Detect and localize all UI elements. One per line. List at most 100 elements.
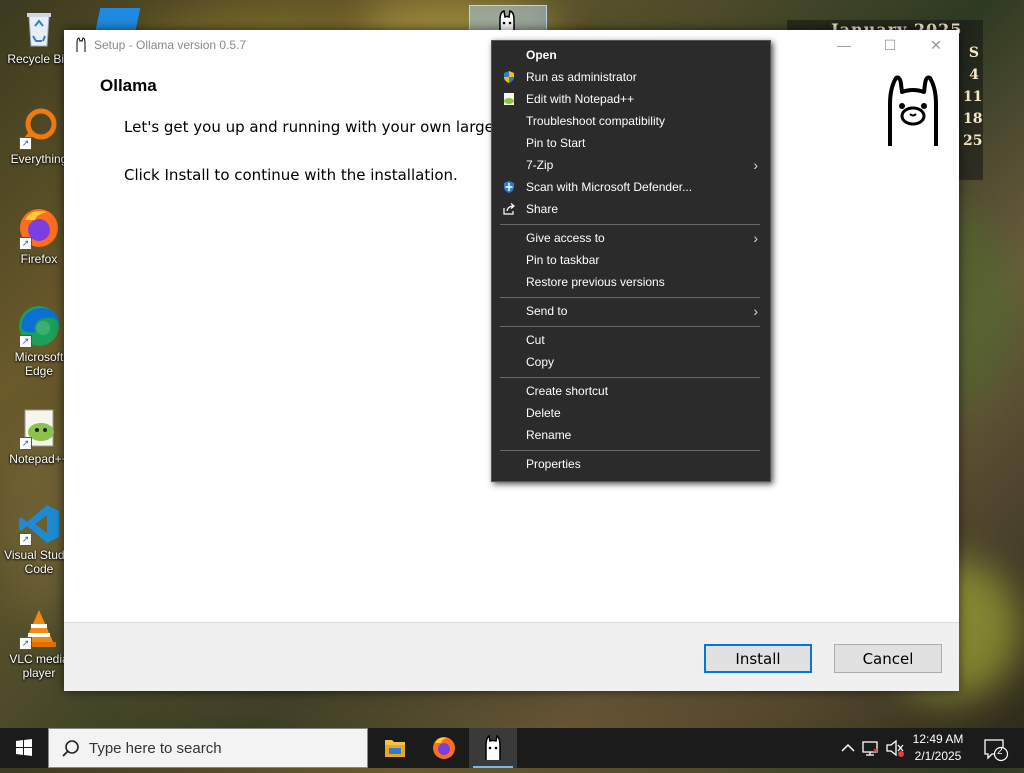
menu-item-send-to[interactable]: Send to › xyxy=(492,300,770,322)
menu-item-label: 7-Zip xyxy=(526,158,554,172)
menu-item-delete[interactable]: Delete xyxy=(492,402,770,424)
shortcut-arrow-icon: ↗ xyxy=(19,137,32,150)
shortcut-arrow-icon: ↗ xyxy=(19,237,32,250)
taskbar-app-file-explorer[interactable] xyxy=(371,728,419,768)
maximize-button[interactable]: ☐ xyxy=(867,30,913,60)
taskbar-clock[interactable]: 12:49 AM 2/1/2025 xyxy=(900,731,976,765)
desktop-icon-label: Microsoft Edge xyxy=(14,350,64,378)
chevron-right-icon: › xyxy=(753,157,758,173)
install-button[interactable]: Install xyxy=(704,644,812,673)
menu-item-label: Run as administrator xyxy=(526,70,637,84)
shortcut-arrow-icon: ↗ xyxy=(19,437,32,450)
menu-item-copy[interactable]: Copy xyxy=(492,351,770,373)
file-explorer-icon xyxy=(385,740,405,757)
firefox-icon: ↗ xyxy=(17,206,61,250)
menu-item-label: Share xyxy=(526,202,559,216)
menu-item-create-shortcut[interactable]: Create shortcut xyxy=(492,380,770,402)
desktop-icon-label: Recycle Bin xyxy=(7,52,71,66)
calendar-day: 4 xyxy=(969,67,979,83)
vscode-icon: ↗ xyxy=(17,502,61,546)
menu-item-label: Cut xyxy=(526,333,545,347)
menu-item-label: Delete xyxy=(526,406,561,420)
vlc-icon: ↗ xyxy=(17,606,61,650)
menu-item-restore-versions[interactable]: Restore previous versions xyxy=(492,271,770,293)
menu-item-label: Scan with Microsoft Defender... xyxy=(526,180,693,194)
calendar-column: S 4 11 18 25 xyxy=(963,42,983,152)
taskbar-search-box[interactable]: Type here to search xyxy=(48,728,368,768)
menu-separator xyxy=(500,450,760,451)
context-menu: Open Run as administrator Edit with Note… xyxy=(491,40,771,482)
ollama-icon xyxy=(485,734,501,760)
desktop-icon-label: VLC media player xyxy=(9,652,69,680)
ollama-icon xyxy=(76,37,86,52)
menu-separator xyxy=(500,224,760,225)
menu-item-defender-scan[interactable]: Scan with Microsoft Defender... xyxy=(492,176,770,198)
shortcut-arrow-icon: ↗ xyxy=(19,335,32,348)
menu-item-cut[interactable]: Cut xyxy=(492,329,770,351)
recycle-bin-icon xyxy=(17,6,61,50)
setup-instruction-text: Click Install to continue with the insta… xyxy=(124,166,458,184)
menu-item-label: Edit with Notepad++ xyxy=(526,92,635,106)
calendar-day: 11 xyxy=(963,89,983,105)
menu-item-run-as-admin[interactable]: Run as administrator xyxy=(492,66,770,88)
windows-logo-icon xyxy=(16,739,32,756)
shortcut-arrow-icon: ↗ xyxy=(19,533,32,546)
menu-item-label: Copy xyxy=(526,355,555,369)
cancel-button[interactable]: Cancel xyxy=(834,644,942,673)
ollama-logo-icon xyxy=(888,75,938,146)
desktop-folder-icon[interactable] xyxy=(95,8,141,30)
menu-item-properties[interactable]: Properties xyxy=(492,453,770,475)
menu-item-edit-notepadpp[interactable]: Edit with Notepad++ xyxy=(492,88,770,110)
search-icon xyxy=(62,740,79,757)
menu-item-pin-start[interactable]: Pin to Start xyxy=(492,132,770,154)
menu-item-share[interactable]: Share xyxy=(492,198,770,220)
close-button[interactable]: ✕ xyxy=(913,30,959,60)
menu-item-label: Pin to taskbar xyxy=(526,253,600,267)
calendar-day: 25 xyxy=(963,133,983,149)
network-icon xyxy=(862,741,878,756)
menu-item-give-access[interactable]: Give access to › xyxy=(492,227,770,249)
notification-center-button[interactable]: 2 xyxy=(980,728,1010,768)
minimize-button[interactable]: — xyxy=(821,30,867,60)
menu-item-open[interactable]: Open xyxy=(492,44,770,66)
menu-item-label: Troubleshoot compatibility xyxy=(526,114,665,128)
taskbar: Type here to search 12:49 AM 2/1/2025 2 xyxy=(0,728,1024,768)
network-tray-button[interactable] xyxy=(860,728,882,768)
menu-item-label: Open xyxy=(526,48,557,62)
firefox-icon xyxy=(433,737,455,759)
desktop-icon-label: Firefox xyxy=(20,252,58,266)
edge-icon: ↗ xyxy=(17,304,61,348)
notification-icon xyxy=(984,739,1009,762)
setup-heading: Ollama xyxy=(100,76,157,95)
clock-time: 12:49 AM xyxy=(912,732,964,746)
calendar-day: 18 xyxy=(963,111,983,127)
share-icon xyxy=(503,203,515,215)
notification-count: 2 xyxy=(997,746,1003,757)
menu-item-label: Restore previous versions xyxy=(526,275,665,289)
notepadpp-icon: ↗ xyxy=(17,406,61,450)
taskbar-app-ollama[interactable] xyxy=(469,728,517,768)
chevron-right-icon: › xyxy=(753,303,758,319)
window-title: Setup - Ollama version 0.5.7 xyxy=(94,38,247,52)
menu-separator xyxy=(500,326,760,327)
menu-item-label: Properties xyxy=(526,457,581,471)
chevron-right-icon: › xyxy=(753,230,758,246)
everything-icon: ↗ xyxy=(17,106,61,150)
menu-item-label: Send to xyxy=(526,304,568,318)
menu-item-label: Rename xyxy=(526,428,572,442)
menu-separator xyxy=(500,297,760,298)
menu-separator xyxy=(500,377,760,378)
menu-item-7zip[interactable]: 7-Zip › xyxy=(492,154,770,176)
setup-footer: Install Cancel xyxy=(64,622,959,691)
menu-item-troubleshoot[interactable]: Troubleshoot compatibility xyxy=(492,110,770,132)
notepadpp-icon xyxy=(504,93,514,105)
shortcut-arrow-icon: ↗ xyxy=(19,637,32,650)
menu-item-pin-taskbar[interactable]: Pin to taskbar xyxy=(492,249,770,271)
tray-overflow-button[interactable] xyxy=(838,728,858,768)
clock-date: 2/1/2025 xyxy=(914,749,962,763)
defender-icon xyxy=(504,181,514,193)
start-button[interactable] xyxy=(0,728,48,768)
uac-shield-icon xyxy=(504,71,514,83)
taskbar-app-firefox[interactable] xyxy=(420,728,468,768)
menu-item-rename[interactable]: Rename xyxy=(492,424,770,446)
